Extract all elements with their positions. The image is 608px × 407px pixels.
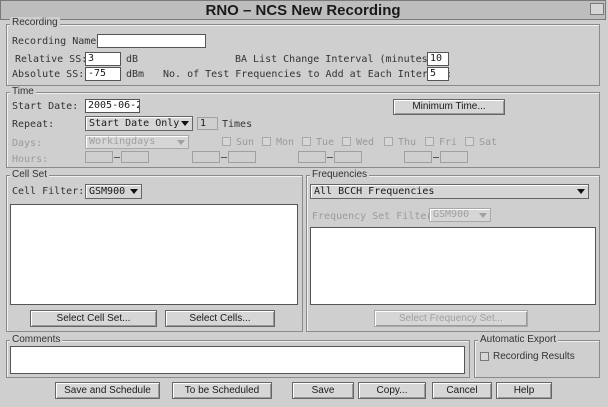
mon-checkbox[interactable] (262, 137, 271, 146)
fri-label: Fri (439, 137, 458, 148)
help-button[interactable]: Help (496, 382, 552, 399)
hours-dash (221, 157, 227, 158)
frequency-selection-value: All BCCH Frequencies (314, 186, 435, 197)
save-button[interactable]: Save (292, 382, 354, 399)
minimum-time-button[interactable]: Minimum Time... (393, 99, 505, 115)
repeat-times-field[interactable]: 1 (197, 117, 218, 130)
test-frequencies-label: No. of Test Frequencies to Add at Each I… (163, 69, 452, 80)
recording-results-label: Recording Results (493, 351, 575, 362)
hours-dash (433, 157, 439, 158)
chevron-down-icon (177, 140, 185, 145)
sun-label: Sun (236, 137, 255, 148)
automatic-export-legend: Automatic Export (478, 334, 559, 345)
hours-label: Hours: (12, 154, 49, 165)
days-dropdown-value: Workingdays (89, 136, 156, 147)
hours-dash (114, 157, 120, 158)
select-cell-set-button[interactable]: Select Cell Set... (30, 310, 157, 327)
time-legend: Time (10, 86, 36, 97)
repeat-dropdown[interactable]: Start Date Only (85, 116, 193, 131)
days-label: Days: (12, 138, 43, 149)
comments-legend: Comments (10, 334, 63, 345)
sat-checkbox[interactable] (465, 137, 474, 146)
chevron-down-icon (130, 189, 138, 194)
absolute-ss-unit: dBm (126, 69, 145, 80)
chevron-down-icon (577, 189, 585, 194)
fri-checkbox[interactable] (425, 137, 434, 146)
hours-to-field-2[interactable] (228, 151, 256, 163)
cell-filter-value: GSM900 (89, 186, 126, 197)
hours-from-field-4[interactable] (404, 151, 432, 163)
frequency-set-filter-dropdown[interactable]: GSM900 (429, 208, 491, 222)
hours-to-field-1[interactable] (121, 151, 149, 163)
hours-from-field-3[interactable] (298, 151, 326, 163)
thu-checkbox[interactable] (384, 137, 393, 146)
chevron-down-icon (181, 121, 189, 126)
sun-checkbox[interactable] (222, 137, 231, 146)
cell-set-legend: Cell Set (10, 169, 50, 180)
ba-interval-label: BA List Change Interval (minutes): (235, 54, 440, 65)
hours-from-field-1[interactable] (85, 151, 113, 163)
frequency-selection-dropdown[interactable]: All BCCH Frequencies (310, 184, 589, 199)
select-cells-button[interactable]: Select Cells... (165, 310, 275, 327)
absolute-ss-field[interactable]: -75 (85, 67, 121, 81)
absolute-ss-label: Absolute SS: (12, 69, 85, 80)
copy-button[interactable]: Copy... (358, 382, 426, 399)
hours-from-field-2[interactable] (192, 151, 220, 163)
recording-legend: Recording (10, 17, 60, 28)
ba-interval-field[interactable]: 10 (427, 52, 449, 66)
chevron-down-icon (479, 213, 487, 218)
recording-name-field[interactable] (97, 34, 206, 48)
frequency-set-filter-value: GSM900 (433, 209, 470, 220)
relative-ss-field[interactable]: 3 (85, 52, 121, 66)
recording-name-label: Recording Name: (12, 36, 103, 47)
repeat-times-label: Times (222, 119, 253, 130)
repeat-label: Repeat: (12, 119, 55, 130)
hours-to-field-4[interactable] (440, 151, 468, 163)
select-frequency-set-button[interactable]: Select Frequency Set... (374, 310, 528, 327)
frequencies-legend: Frequencies (310, 169, 370, 180)
window-close-icon[interactable] (590, 3, 604, 15)
thu-label: Thu (398, 137, 417, 148)
start-date-field[interactable]: 2005-06-20 (85, 99, 140, 113)
relative-ss-unit: dB (126, 54, 139, 65)
frequency-set-filter-label: Frequency Set Filter: (312, 211, 439, 222)
cell-filter-dropdown[interactable]: GSM900 (85, 184, 142, 199)
tue-label: Tue (316, 137, 335, 148)
hours-dash (327, 157, 333, 158)
cell-list[interactable] (10, 204, 298, 305)
hours-to-field-3[interactable] (334, 151, 362, 163)
mon-label: Mon (276, 137, 295, 148)
cancel-button[interactable]: Cancel (432, 382, 492, 399)
comments-field[interactable] (10, 346, 465, 374)
tue-checkbox[interactable] (302, 137, 311, 146)
to-be-scheduled-button[interactable]: To be Scheduled (172, 382, 272, 399)
start-date-label: Start Date: (12, 101, 79, 112)
frequency-list[interactable] (310, 227, 596, 305)
save-and-schedule-button[interactable]: Save and Schedule (55, 382, 160, 399)
days-dropdown[interactable]: Workingdays (85, 135, 189, 149)
sat-label: Sat (479, 137, 498, 148)
wed-checkbox[interactable] (342, 137, 351, 146)
repeat-dropdown-value: Start Date Only (89, 118, 180, 129)
cell-filter-label: Cell Filter: (12, 186, 85, 197)
test-frequencies-field[interactable]: 5 (427, 67, 449, 81)
window-title: RNO – NCS New Recording (0, 0, 606, 20)
recording-results-checkbox[interactable] (480, 352, 489, 361)
wed-label: Wed (356, 137, 375, 148)
relative-ss-label: Relative SS: (15, 54, 88, 65)
